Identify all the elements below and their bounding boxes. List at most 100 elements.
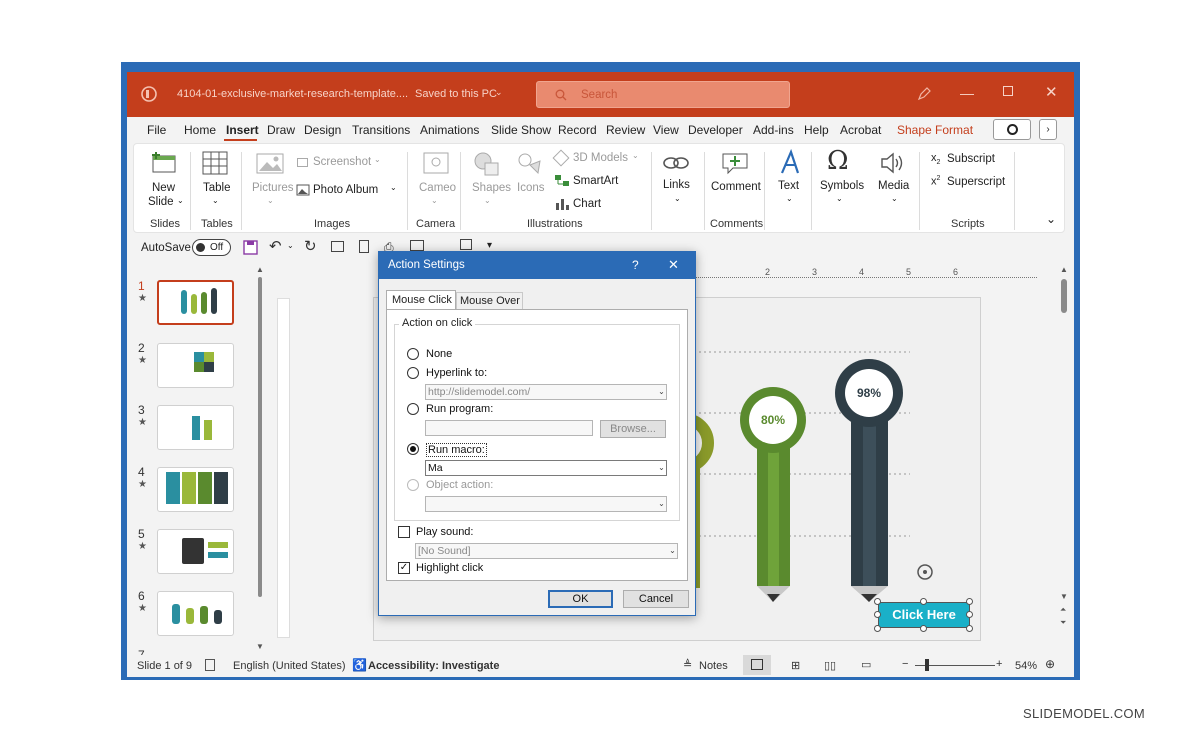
previous-slide-icon[interactable]: ⏶ xyxy=(1060,605,1066,615)
scroll-up-icon[interactable]: ▲ xyxy=(256,265,264,274)
tab-developer[interactable]: Developer xyxy=(688,123,743,137)
tab-design[interactable]: Design xyxy=(304,123,341,137)
zoom-out-button[interactable]: − xyxy=(902,658,908,670)
run-program-input[interactable] xyxy=(425,420,593,436)
icons-button[interactable]: Icons xyxy=(517,182,545,194)
links-button[interactable]: Links xyxy=(663,179,690,191)
play-sound-checkbox[interactable] xyxy=(398,526,410,538)
symbols-button[interactable]: Symbols xyxy=(820,180,864,192)
record-button[interactable] xyxy=(993,119,1031,140)
radio-object-action[interactable] xyxy=(407,479,419,491)
chart-button[interactable]: Chart xyxy=(573,198,601,210)
superscript-button[interactable]: Superscript xyxy=(947,176,1005,188)
vertical-scrollbar[interactable] xyxy=(1061,279,1067,313)
slide-thumbnail-3[interactable] xyxy=(157,405,234,450)
present-icon[interactable] xyxy=(410,240,424,251)
macro-select[interactable]: Ma ⌄ xyxy=(425,460,667,476)
tab-file[interactable]: File xyxy=(147,123,166,137)
hyperlink-select[interactable]: http://slidemodel.com/ ⌄ xyxy=(425,384,667,400)
close-icon[interactable]: ✕ xyxy=(1045,83,1058,101)
slide-thumbnail-4[interactable] xyxy=(157,467,234,512)
scroll-up-icon[interactable]: ▲ xyxy=(1060,265,1068,274)
tab-help[interactable]: Help xyxy=(804,123,829,137)
reading-view-icon[interactable]: ▯▯ xyxy=(824,659,836,672)
resize-handle[interactable] xyxy=(874,611,881,618)
cameo-button[interactable]: Cameo xyxy=(419,182,456,194)
pen-icon[interactable] xyxy=(917,87,931,101)
save-status[interactable]: Saved to this PC xyxy=(415,88,497,100)
tab-add-ins[interactable]: Add-ins xyxy=(753,123,794,137)
tab-draw[interactable]: Draw xyxy=(267,123,295,137)
highlight-click-checkbox[interactable]: ✓ xyxy=(398,562,410,574)
screenshot-button[interactable]: Screenshot xyxy=(313,156,371,168)
next-slide-icon[interactable]: ⏷ xyxy=(1060,618,1066,628)
smartart-button[interactable]: SmartArt xyxy=(573,175,618,187)
resize-handle[interactable] xyxy=(920,598,927,605)
chevron-right-icon[interactable]: › xyxy=(1039,119,1057,140)
redo-icon[interactable]: ↻ xyxy=(304,237,317,255)
language-status[interactable]: English (United States) xyxy=(233,660,346,672)
3d-models-button[interactable]: 3D Models xyxy=(573,152,628,164)
tab-view[interactable]: View xyxy=(653,123,679,137)
slideshow-icon[interactable]: ▭ xyxy=(861,658,871,671)
new-slide-label[interactable]: New xyxy=(152,182,175,194)
new-slide-label-2[interactable]: Slide xyxy=(148,196,174,208)
tab-record[interactable]: Record xyxy=(558,123,597,137)
resize-handle[interactable] xyxy=(920,625,927,632)
tab-acrobat[interactable]: Acrobat xyxy=(840,123,881,137)
tab-review[interactable]: Review xyxy=(606,123,645,137)
slide-thumbnail-5[interactable] xyxy=(157,529,234,574)
resize-handle[interactable] xyxy=(874,625,881,632)
slide-sorter-icon[interactable]: ⊞ xyxy=(791,659,800,672)
media-button[interactable]: Media xyxy=(878,180,909,192)
subscript-button[interactable]: Subscript xyxy=(947,153,995,165)
accessibility-status[interactable]: Accessibility: Investigate xyxy=(368,660,499,672)
tab-animations[interactable]: Animations xyxy=(420,123,479,137)
scroll-down-icon[interactable]: ▼ xyxy=(256,642,264,651)
tab-mouse-click[interactable]: Mouse Click xyxy=(386,290,456,310)
tab-slide-show[interactable]: Slide Show xyxy=(491,123,551,137)
tab-mouse-over[interactable]: Mouse Over xyxy=(456,292,523,309)
normal-view-button[interactable] xyxy=(743,655,771,675)
close-icon[interactable]: ✕ xyxy=(668,257,679,273)
radio-run-program[interactable] xyxy=(407,403,419,415)
search-box[interactable]: Search xyxy=(536,81,790,108)
maximize-icon[interactable] xyxy=(1003,86,1013,96)
zoom-in-button[interactable]: + xyxy=(996,658,1002,670)
tab-shape-format[interactable]: Shape Format xyxy=(897,123,973,137)
spelling-icon[interactable] xyxy=(205,659,215,671)
thumbnail-scrollbar[interactable] xyxy=(258,277,262,597)
autosave-toggle[interactable]: Off xyxy=(192,239,231,256)
fit-to-window-icon[interactable]: ⊕ xyxy=(1045,657,1055,671)
photo-album-button[interactable]: Photo Album xyxy=(313,184,378,196)
open-folder-icon[interactable] xyxy=(331,241,344,252)
slide-thumbnail-6[interactable] xyxy=(157,591,234,636)
minimize-icon[interactable]: — xyxy=(960,85,974,101)
tab-transitions[interactable]: Transitions xyxy=(352,123,410,137)
zoom-slider-thumb[interactable] xyxy=(925,659,929,671)
browse-button[interactable]: Browse... xyxy=(600,420,666,438)
ok-button[interactable]: OK xyxy=(548,590,613,608)
text-button[interactable]: Text xyxy=(778,180,799,192)
save-icon[interactable] xyxy=(243,240,258,255)
sound-select[interactable]: [No Sound] ⌄ xyxy=(415,543,678,559)
customize-qat-icon[interactable]: ▾ xyxy=(487,240,492,251)
radio-run-macro[interactable] xyxy=(407,443,419,455)
new-document-icon[interactable] xyxy=(359,240,369,253)
slide-thumbnail-1[interactable] xyxy=(157,280,234,325)
help-icon[interactable]: ? xyxy=(632,258,639,272)
resize-handle[interactable] xyxy=(966,625,973,632)
zoom-level[interactable]: 54% xyxy=(1015,660,1037,672)
tab-home[interactable]: Home xyxy=(184,123,216,137)
slide-view-icon[interactable] xyxy=(460,239,472,250)
undo-icon[interactable]: ↶ xyxy=(269,237,282,255)
object-action-select[interactable]: ⌄ xyxy=(425,496,667,512)
table-button[interactable]: Table xyxy=(203,182,231,194)
resize-handle[interactable] xyxy=(966,611,973,618)
resize-handle[interactable] xyxy=(966,598,973,605)
shapes-button[interactable]: Shapes xyxy=(472,182,511,194)
chevron-down-icon[interactable]: ⌄ xyxy=(287,241,294,250)
cancel-button[interactable]: Cancel xyxy=(623,590,689,608)
pictures-button[interactable]: Pictures xyxy=(252,182,294,194)
notes-button[interactable]: Notes xyxy=(699,660,728,672)
